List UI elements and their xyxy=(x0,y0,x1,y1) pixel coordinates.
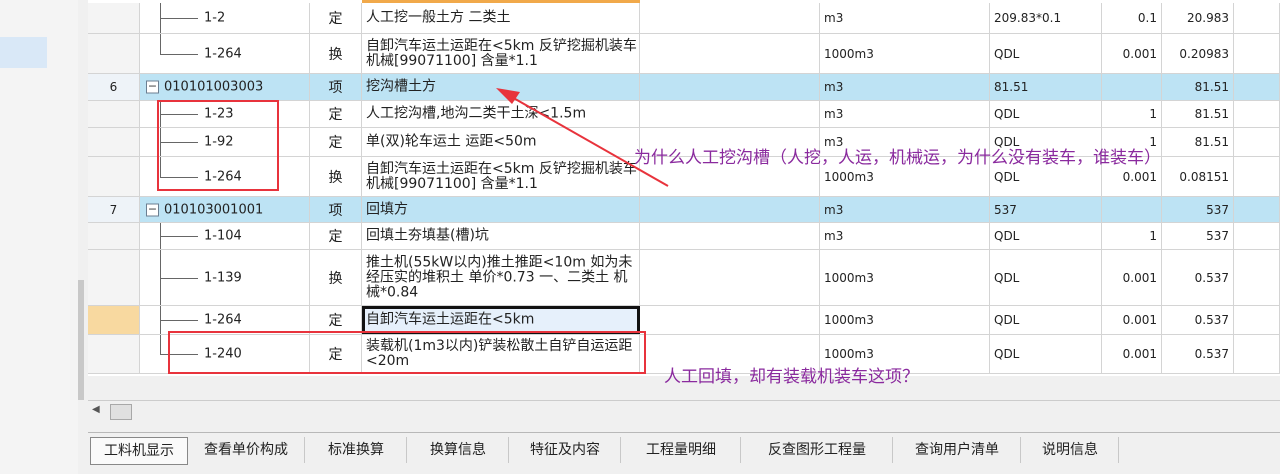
annotation-question-trench: 为什么人工挖沟槽（人挖，人运，机械运，为什么没有装车，谁装车） xyxy=(634,148,1161,168)
annotation-question-backfill: 人工回填，却有装载机装车这项？ xyxy=(664,367,919,387)
annotation-arrow xyxy=(496,88,669,187)
